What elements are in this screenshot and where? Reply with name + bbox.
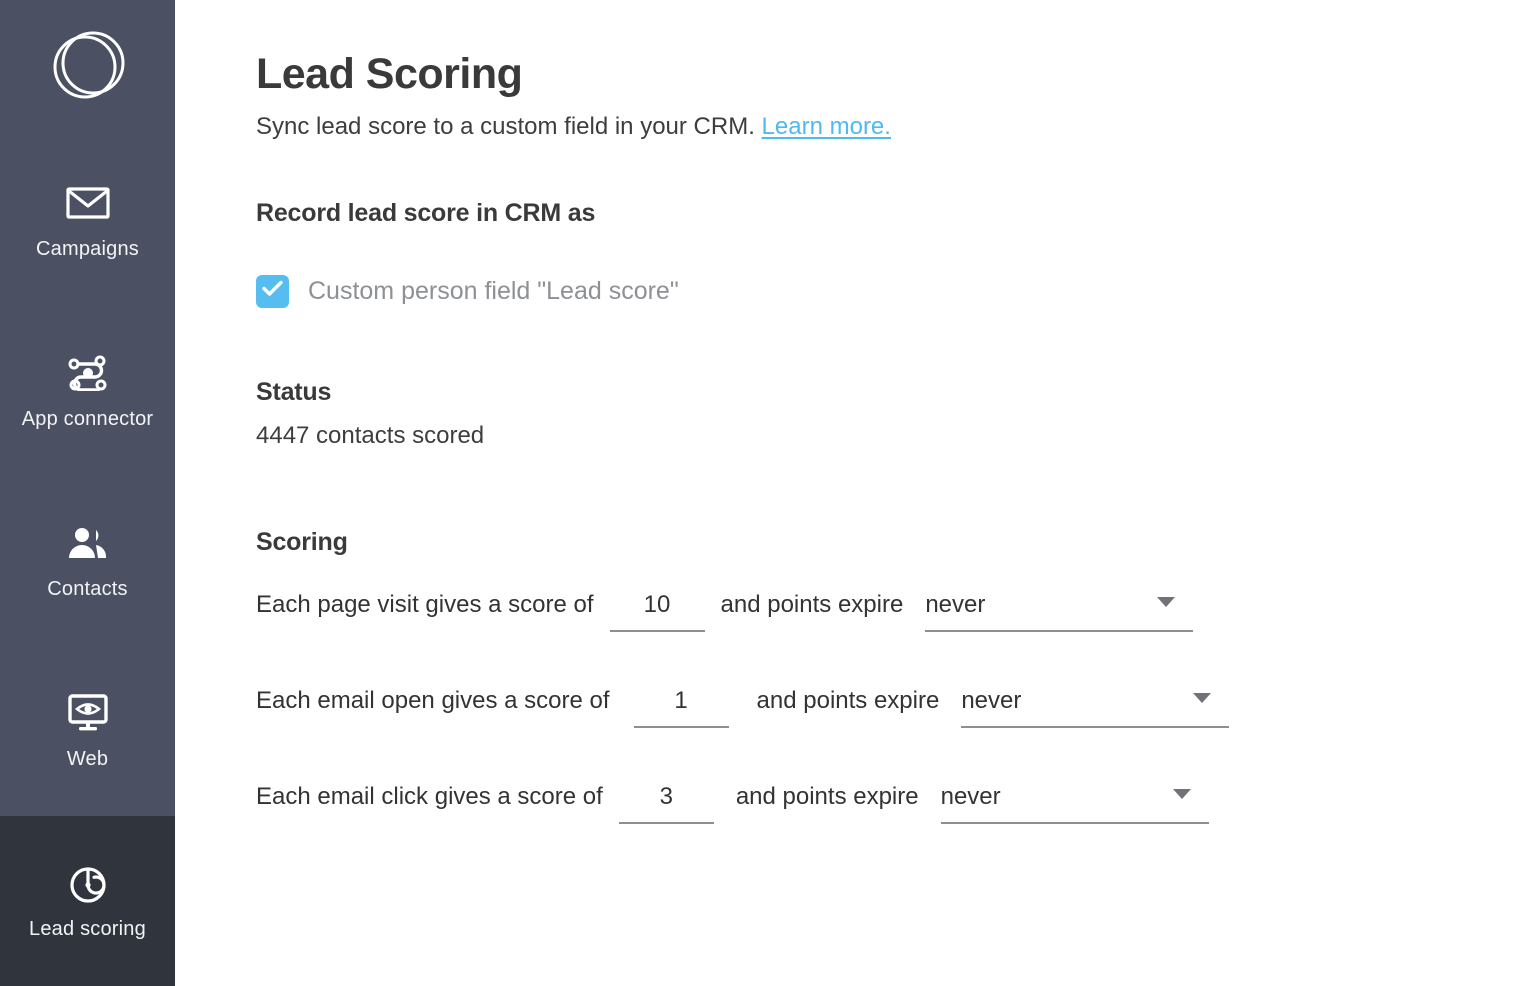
- rule-middle-label: and points expire: [735, 782, 919, 810]
- chevron-down-icon: [1157, 596, 1176, 607]
- expiry-value: never: [925, 590, 986, 618]
- envelope-icon: [65, 183, 110, 223]
- email-click-expiry-select[interactable]: never: [940, 782, 1209, 824]
- page-title: Lead Scoring: [256, 50, 523, 98]
- page-subtitle-text: Sync lead score to a custom field in you…: [256, 113, 755, 141]
- contacts-scored-value: 4447 contacts scored: [256, 421, 485, 449]
- input-underline: [609, 629, 705, 632]
- rule-prefix-label: Each page visit gives a score of: [256, 590, 594, 618]
- scoring-rule-row: Each email click gives a score of 3 and …: [256, 783, 1519, 879]
- main-content: Lead Scoring Sync lead score to a custom…: [175, 0, 1519, 986]
- radar-target-icon: [66, 863, 110, 903]
- people-icon: [65, 523, 111, 563]
- email-open-expiry-select[interactable]: never: [961, 686, 1230, 728]
- expiry-value: never: [940, 782, 1001, 810]
- scoring-section-heading: Scoring: [256, 527, 348, 556]
- custom-person-field-checkbox[interactable]: [256, 274, 289, 308]
- sidebar-item-web[interactable]: Web: [0, 646, 175, 816]
- select-underline: [940, 821, 1209, 824]
- page-visit-expiry-select[interactable]: never: [925, 590, 1194, 632]
- rule-middle-label: and points expire: [756, 686, 940, 714]
- page-visit-score-input[interactable]: 10: [609, 590, 705, 632]
- monitor-eye-icon: [66, 693, 110, 733]
- rule-prefix-label: Each email click gives a score of: [256, 782, 603, 810]
- sidebar-item-label: Web: [66, 748, 109, 770]
- email-open-score-input[interactable]: 1: [633, 686, 729, 728]
- chevron-down-icon: [1193, 692, 1212, 703]
- score-value: 1: [674, 686, 688, 714]
- scoring-rules-list: Each page visit gives a score of 10 and …: [256, 591, 1519, 879]
- rule-prefix-label: Each email open gives a score of: [256, 686, 610, 714]
- custom-person-field-label: Custom person field "Lead score": [308, 276, 679, 305]
- input-underline: [618, 821, 714, 824]
- score-value: 10: [643, 590, 671, 618]
- score-value: 3: [659, 782, 673, 810]
- scoring-rule-row: Each page visit gives a score of 10 and …: [256, 591, 1519, 687]
- custom-person-field-row[interactable]: Custom person field "Lead score": [256, 274, 1519, 308]
- learn-more-link[interactable]: Learn more.: [762, 113, 891, 140]
- sidebar-item-label: Contacts: [47, 578, 128, 600]
- select-underline: [961, 725, 1230, 728]
- sidebar-item-label: Campaigns: [36, 238, 139, 260]
- sidebar: Campaigns App connector Contacts Web Lea…: [0, 0, 175, 986]
- scoring-rule-row: Each email open gives a score of 1 and p…: [256, 687, 1519, 783]
- app-root: Campaigns App connector Contacts Web Lea…: [0, 0, 1519, 986]
- check-icon: [262, 280, 283, 302]
- expiry-value: never: [961, 686, 1022, 714]
- record-section-heading: Record lead score in CRM as: [256, 198, 596, 227]
- sidebar-item-lead-scoring[interactable]: Lead scoring: [0, 816, 175, 986]
- select-underline: [925, 629, 1194, 632]
- sidebar-item-contacts[interactable]: Contacts: [0, 476, 175, 646]
- sidebar-item-label: Lead scoring: [29, 918, 146, 940]
- sidebar-item-app-connector[interactable]: App connector: [0, 306, 175, 476]
- connector-nodes-icon: [65, 353, 111, 393]
- rule-middle-label: and points expire: [720, 590, 904, 618]
- app-logo[interactable]: [0, 0, 175, 136]
- status-section-heading: Status: [256, 377, 332, 406]
- sidebar-nav: Campaigns App connector Contacts Web Lea…: [0, 136, 175, 986]
- sidebar-item-label: App connector: [21, 408, 154, 430]
- email-click-score-input[interactable]: 3: [618, 782, 714, 824]
- page-subtitle: Sync lead score to a custom field in you…: [256, 113, 1519, 142]
- overlapping-circles-logo-icon: [49, 27, 127, 110]
- sidebar-item-campaigns[interactable]: Campaigns: [0, 136, 175, 306]
- input-underline: [633, 725, 729, 728]
- chevron-down-icon: [1172, 788, 1191, 799]
